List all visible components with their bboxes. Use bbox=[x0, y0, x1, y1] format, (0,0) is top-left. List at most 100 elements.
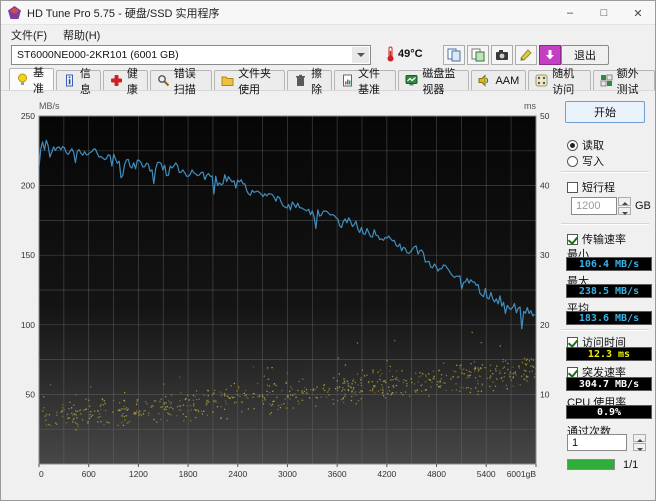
write-radio[interactable]: 写入 bbox=[567, 153, 604, 169]
random-access-icon bbox=[535, 74, 548, 87]
svg-text:1200: 1200 bbox=[129, 469, 148, 479]
exit-button[interactable]: 退出 bbox=[561, 45, 609, 65]
magnifier-icon bbox=[157, 75, 169, 87]
svg-text:50: 50 bbox=[540, 111, 550, 121]
pass-count-stepper[interactable] bbox=[633, 434, 646, 451]
drive-select[interactable]: ST6000NE000-2KR101 (6001 GB) bbox=[11, 45, 371, 65]
short-stroke-checkbox[interactable]: 短行程 bbox=[567, 179, 615, 195]
read-radio[interactable]: 读取 bbox=[567, 137, 604, 153]
svg-text:250: 250 bbox=[21, 111, 35, 121]
svg-text:6001gB: 6001gB bbox=[507, 469, 537, 479]
speaker-icon bbox=[478, 74, 489, 87]
tab-error-scan[interactable]: 错误扫描 bbox=[149, 68, 213, 96]
tab-label: 文件夹使用 bbox=[238, 67, 272, 96]
svg-text:4200: 4200 bbox=[377, 469, 396, 479]
divider bbox=[561, 223, 649, 224]
tab-aam[interactable]: AAM bbox=[471, 70, 527, 90]
tab-label: AAM bbox=[495, 74, 520, 87]
tab-label: 基准 bbox=[33, 66, 44, 95]
svg-text:3000: 3000 bbox=[278, 469, 297, 479]
window-title: HD Tune Pro 5.75 - 硬盘/SSD 实用程序 bbox=[27, 7, 220, 20]
svg-text:5400: 5400 bbox=[477, 469, 496, 479]
copy-button[interactable] bbox=[443, 45, 465, 65]
menu-help[interactable]: 帮助(H) bbox=[63, 27, 100, 43]
svg-text:30: 30 bbox=[540, 250, 550, 260]
start-button[interactable]: 开始 bbox=[565, 101, 645, 123]
title-bar: HD Tune Pro 5.75 - 硬盘/SSD 实用程序 – □ ✕ bbox=[1, 1, 655, 25]
save-download-icon bbox=[546, 50, 554, 60]
tab-erase[interactable]: 擦除 bbox=[287, 68, 333, 96]
svg-text:50: 50 bbox=[26, 389, 36, 399]
app-logo-icon bbox=[8, 6, 21, 19]
minimize-button[interactable]: – bbox=[553, 1, 587, 25]
tab-label: 健康 bbox=[126, 67, 138, 96]
tab-health[interactable]: 健康 bbox=[102, 68, 148, 96]
maximize-button[interactable]: □ bbox=[587, 1, 621, 25]
short-stroke-unit: GB bbox=[635, 200, 651, 212]
copy-export-icon bbox=[471, 48, 485, 62]
svg-text:3600: 3600 bbox=[328, 469, 347, 479]
spin-up-icon[interactable] bbox=[633, 434, 646, 442]
benchmark-panel: 开始 读取 写入 短行程 1200 GB 传输速率 最小 106.4 MB/s … bbox=[557, 93, 653, 498]
svg-text:100: 100 bbox=[21, 320, 35, 330]
spin-up-icon[interactable] bbox=[618, 197, 631, 206]
tab-benchmark[interactable]: 基准 bbox=[9, 67, 54, 95]
progress-bar bbox=[567, 459, 615, 470]
tab-info[interactable]: 信息 bbox=[55, 68, 101, 96]
transfer-rate-checkbox[interactable]: 传输速率 bbox=[567, 231, 626, 247]
extra-tests-icon bbox=[600, 74, 613, 87]
transfer-rate-label: 传输速率 bbox=[582, 234, 626, 246]
app-window: HD Tune Pro 5.75 - 硬盘/SSD 实用程序 – □ ✕ 文件(… bbox=[0, 0, 656, 501]
menu-file[interactable]: 文件(F) bbox=[11, 27, 47, 43]
tab-folder-usage[interactable]: 文件夹使用 bbox=[214, 68, 286, 96]
menu-bar: 文件(F) 帮助(H) bbox=[1, 26, 655, 44]
checkbox-icon bbox=[567, 181, 578, 193]
divider bbox=[561, 171, 649, 172]
highlight-button[interactable] bbox=[515, 45, 537, 65]
camera-icon bbox=[496, 50, 508, 60]
save-results-button[interactable] bbox=[539, 45, 561, 65]
svg-text:10: 10 bbox=[540, 389, 550, 399]
screenshot-button[interactable] bbox=[491, 45, 513, 65]
read-radio-label: 读取 bbox=[582, 140, 604, 152]
svg-text:4800: 4800 bbox=[427, 469, 446, 479]
tab-label: 磁盘监视器 bbox=[422, 67, 456, 96]
svg-text:40: 40 bbox=[540, 181, 550, 191]
min-value: 106.4 MB/s bbox=[566, 257, 652, 271]
trash-icon bbox=[296, 74, 306, 86]
tab-label: 额外测试 bbox=[616, 67, 639, 96]
checkbox-icon bbox=[567, 233, 578, 245]
tab-random-access[interactable]: 随机访问 bbox=[528, 68, 591, 96]
progress-text: 1/1 bbox=[623, 459, 639, 471]
drive-select-value: ST6000NE000-2KR101 (6001 GB) bbox=[17, 49, 179, 61]
tab-disk-monitor[interactable]: 磁盘监视器 bbox=[398, 68, 470, 96]
short-stroke-input[interactable]: 1200 bbox=[571, 197, 617, 215]
health-cross-icon bbox=[110, 75, 122, 86]
svg-text:200: 200 bbox=[21, 181, 35, 191]
close-button[interactable]: ✕ bbox=[621, 1, 655, 25]
chevron-down-icon[interactable] bbox=[352, 47, 369, 63]
tab-label: 错误扫描 bbox=[173, 67, 196, 96]
svg-text:ms: ms bbox=[524, 101, 536, 111]
transfer-rate-chart: MB/s ms 50 100 150 200 250 10 20 30 40 50 0 600 1200 18… bbox=[21, 101, 550, 479]
progress-fill bbox=[568, 460, 614, 469]
burst-rate-value: 304.7 MB/s bbox=[566, 377, 652, 391]
svg-text:2400: 2400 bbox=[228, 469, 247, 479]
svg-text:1800: 1800 bbox=[179, 469, 198, 479]
tab-file-benchmark[interactable]: 文件基准 bbox=[334, 68, 397, 96]
tab-label: 文件基准 bbox=[358, 67, 381, 96]
highlight-icon bbox=[520, 49, 532, 61]
spin-down-icon[interactable] bbox=[633, 443, 646, 451]
short-stroke-stepper[interactable] bbox=[618, 197, 631, 215]
tab-extra-tests[interactable]: 额外测试 bbox=[592, 68, 655, 96]
pass-count-input[interactable]: 1 bbox=[567, 434, 627, 451]
temperature-indicator: 49°C bbox=[386, 46, 423, 62]
tab-bar: 基准 信息 健康 错误扫描 文件夹使用 擦除 文件基准 磁盘监视器 AAM 随机… bbox=[1, 67, 655, 96]
spin-down-icon[interactable] bbox=[618, 206, 631, 215]
folder-icon bbox=[221, 76, 234, 86]
svg-text:0: 0 bbox=[39, 469, 44, 479]
write-radio-label: 写入 bbox=[582, 156, 604, 168]
avg-value: 183.6 MB/s bbox=[566, 311, 652, 325]
copy-export-button[interactable] bbox=[467, 45, 489, 65]
access-time-value: 12.3 ms bbox=[566, 347, 652, 361]
